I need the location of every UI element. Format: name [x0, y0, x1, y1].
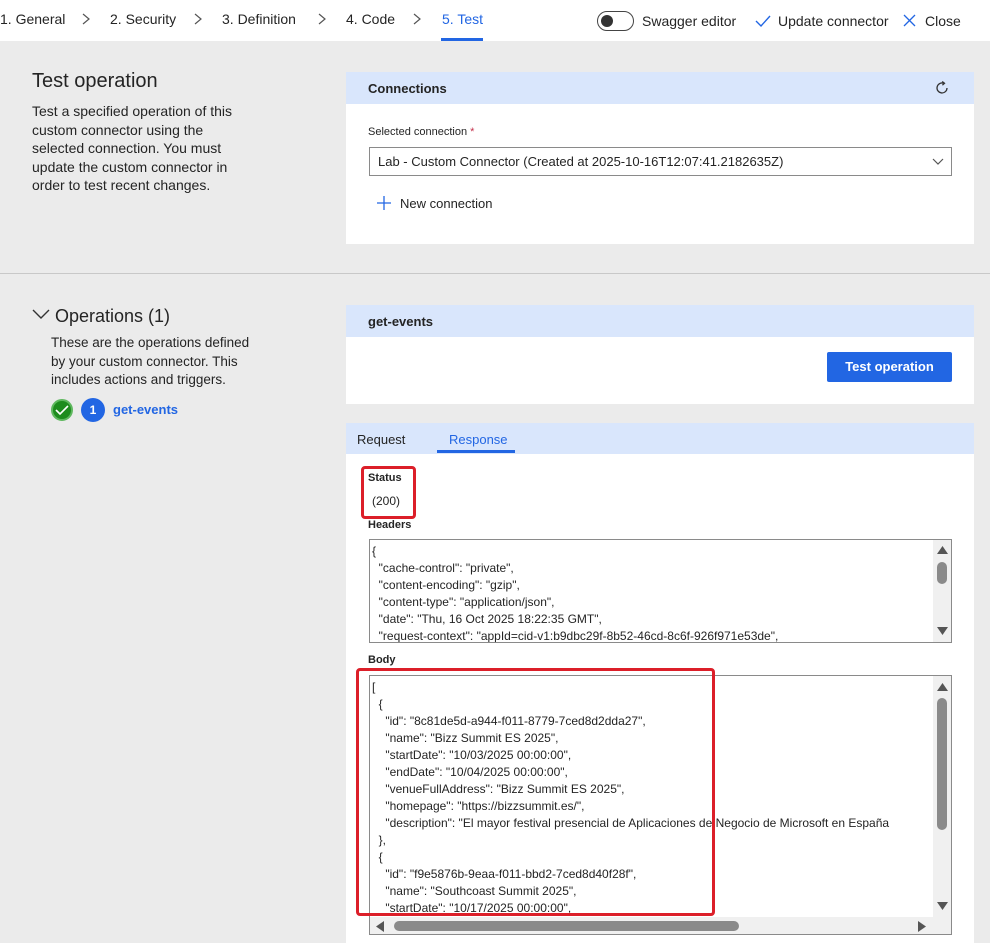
scroll-up-icon[interactable] — [937, 682, 948, 691]
swagger-editor-label: Swagger editor — [642, 13, 737, 29]
wizard-nav: 1. General 2. Security 3. Definition 4. … — [0, 0, 990, 41]
tab-request[interactable]: Request — [357, 432, 405, 447]
step-general[interactable]: 1. General — [0, 11, 65, 27]
section-divider — [0, 273, 990, 274]
headers-scrollbar[interactable] — [933, 540, 951, 642]
test-operation-title: Test operation — [32, 70, 158, 92]
refresh-icon[interactable] — [934, 80, 950, 96]
new-connection-button[interactable]: New connection — [400, 196, 493, 211]
selected-connection-label: Selected connection * — [368, 126, 475, 138]
body-vertical-scroll-thumb[interactable] — [937, 698, 947, 830]
close-icon[interactable] — [902, 13, 917, 28]
step-definition[interactable]: 3. Definition — [222, 11, 296, 27]
operation-card-title: get-events — [368, 314, 434, 329]
scroll-up-icon[interactable] — [937, 545, 948, 554]
test-operation-description: Test a specified operation of this custo… — [32, 103, 233, 193]
step-security[interactable]: 2. Security — [110, 11, 176, 27]
connection-select-value: Lab - Custom Connector (Created at 2025-… — [378, 154, 784, 169]
connections-card-header: Connections — [346, 72, 974, 104]
operation-card-header: get-events — [346, 305, 974, 337]
body-vertical-scrollbar[interactable] — [933, 676, 951, 917]
chevron-right-icon — [413, 13, 421, 25]
scroll-down-icon[interactable] — [937, 627, 948, 636]
tab-response[interactable]: Response — [449, 432, 508, 447]
success-check-icon — [51, 399, 73, 421]
connection-select[interactable]: Lab - Custom Connector (Created at 2025-… — [369, 147, 952, 176]
body-label: Body — [368, 654, 396, 666]
operations-title[interactable]: Operations (1) — [55, 306, 170, 327]
step-code[interactable]: 4. Code — [346, 11, 395, 27]
scroll-down-icon[interactable] — [937, 902, 948, 911]
step-test[interactable]: 5. Test — [442, 11, 483, 27]
close-button[interactable]: Close — [925, 13, 961, 29]
active-tab-indicator — [437, 450, 515, 453]
scroll-left-icon[interactable] — [375, 921, 384, 932]
headers-scroll-thumb[interactable] — [937, 562, 947, 584]
body-horizontal-scroll-thumb[interactable] — [394, 921, 739, 931]
chevron-right-icon — [194, 13, 202, 25]
chevron-right-icon — [82, 13, 90, 25]
body-horizontal-scrollbar[interactable] — [370, 917, 951, 934]
swagger-editor-toggle[interactable] — [597, 11, 634, 31]
headers-label: Headers — [368, 519, 412, 531]
status-highlight — [361, 466, 416, 519]
check-icon[interactable] — [754, 12, 772, 30]
operations-description: These are the operations defined by your… — [51, 335, 250, 387]
operation-number-badge: 1 — [81, 398, 105, 422]
test-operation-button[interactable]: Test operation — [827, 352, 952, 382]
operation-link-get-events[interactable]: get-events — [113, 402, 178, 417]
plus-icon[interactable] — [376, 195, 392, 211]
connections-title: Connections — [368, 81, 447, 96]
chevron-down-icon[interactable] — [32, 307, 50, 321]
active-step-indicator — [441, 38, 483, 41]
chevron-right-icon — [318, 13, 326, 25]
scroll-right-icon[interactable] — [918, 921, 927, 932]
body-highlight — [356, 668, 715, 916]
update-connector-button[interactable]: Update connector — [778, 13, 889, 29]
chevron-down-icon — [932, 158, 944, 165]
headers-textarea[interactable]: { "cache-control": "private", "content-e… — [369, 539, 952, 643]
